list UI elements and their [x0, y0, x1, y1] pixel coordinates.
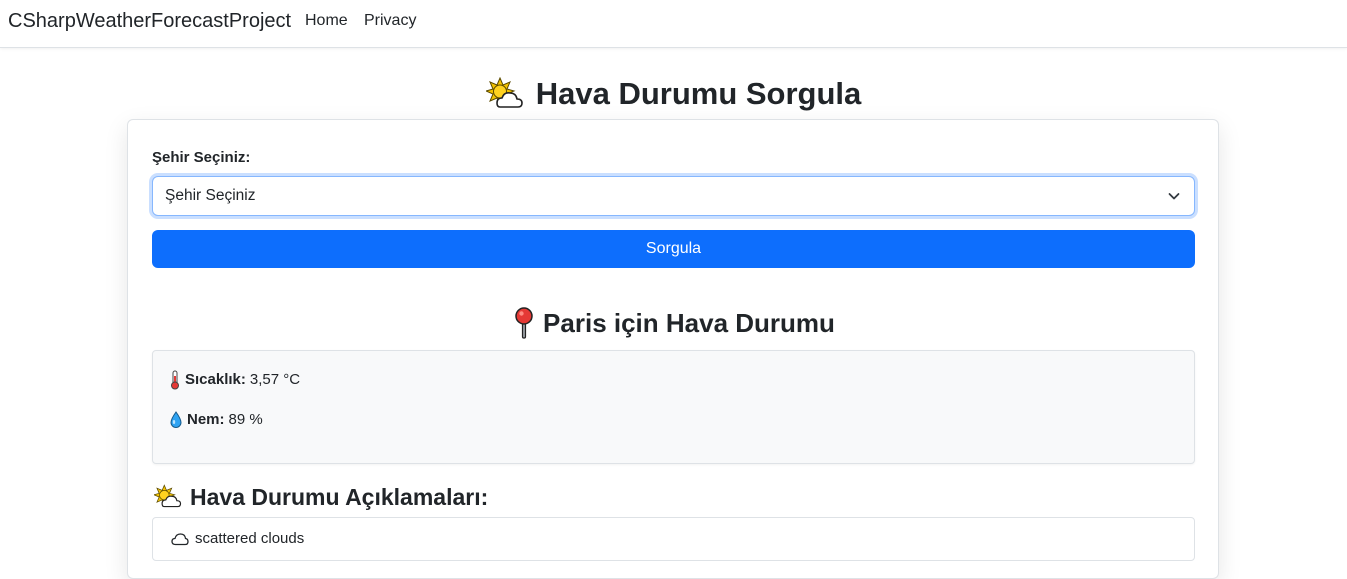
thermometer-icon [169, 370, 181, 390]
humidity-value: 89 % [228, 411, 263, 428]
weather-query-card: Şehir Seçiniz: Şehir Seçiniz Sorgula Par… [127, 119, 1219, 579]
sun-behind-cloud-icon [485, 77, 524, 111]
temperature-value: 3,57 °C [249, 371, 301, 388]
cloud-icon [171, 532, 189, 546]
navbar: CSharpWeatherForecastProject Home Privac… [0, 0, 1347, 48]
description-text: scattered clouds [195, 530, 305, 547]
submit-button[interactable]: Sorgula [152, 230, 1195, 268]
pushpin-icon [513, 307, 535, 339]
temperature-row: Sıcaklık: 3,57 °C [169, 370, 300, 390]
humidity-row: Nem: 89 % [169, 410, 263, 430]
descriptions-title: Hava Durumu Açıklamaları: [154, 482, 488, 512]
city-select-label: Şehir Seçiniz: [152, 149, 251, 166]
chevron-down-icon [1168, 190, 1180, 202]
navbar-brand[interactable]: CSharpWeatherForecastProject [8, 8, 291, 34]
page-title: Hava Durumu Sorgula [0, 74, 1347, 114]
temperature-label: Sıcaklık: [185, 371, 246, 388]
city-weather-title-text: Paris için Hava Durumu [543, 308, 835, 338]
humidity-label: Nem: [187, 411, 225, 428]
city-select[interactable]: Şehir Seçiniz [152, 176, 1195, 216]
list-item: scattered clouds [152, 517, 1195, 561]
droplet-icon [169, 411, 183, 429]
weather-info-box: Sıcaklık: 3,57 °C Nem: 89 % [152, 350, 1195, 464]
city-select-value: Şehir Seçiniz [165, 187, 256, 204]
nav-link-privacy[interactable]: Privacy [364, 11, 416, 31]
nav-link-home[interactable]: Home [305, 11, 348, 31]
page-title-text: Hava Durumu Sorgula [535, 76, 862, 111]
descriptions-title-text: Hava Durumu Açıklamaları: [190, 484, 489, 510]
city-weather-title: Paris için Hava Durumu [128, 306, 1220, 340]
sun-behind-cloud-icon [154, 484, 182, 510]
